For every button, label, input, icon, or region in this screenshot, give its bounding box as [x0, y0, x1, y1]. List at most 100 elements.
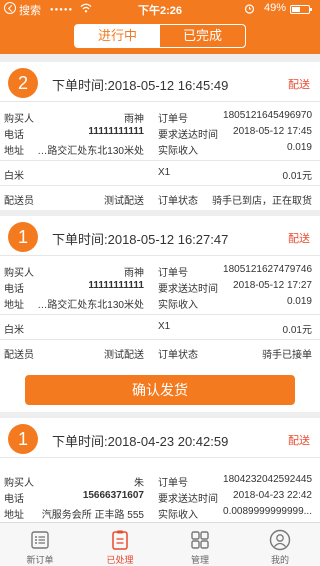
bottom-tab-bar: 新订单 已处理 管理 我的	[0, 522, 320, 566]
tab-label: 管理	[190, 555, 209, 565]
address-row: 地址 …路交汇处东北130米处 实际收入 0.019	[0, 142, 320, 157]
courier-label: 配送员	[4, 350, 34, 361]
address-label: 地址	[4, 146, 24, 157]
buyer-value: 朱	[134, 478, 144, 489]
order-number-badge: 2	[8, 68, 38, 98]
order-card-header: 2 下单时间:2018-05-12 16:45:49 配送	[0, 62, 320, 102]
buyer-row: 购买人 雨神 订单号 1805121627479746	[0, 264, 320, 279]
income-value: 0.019	[286, 142, 312, 153]
income-label: 实际收入	[158, 510, 198, 521]
buyer-label: 购买人	[4, 114, 34, 125]
buyer-label: 购买人	[4, 268, 34, 279]
buyer-row: 购买人 雨神 订单号 1805121645496970	[0, 110, 320, 125]
item-qty: X1	[158, 321, 171, 332]
tab-in-progress[interactable]: 进行中	[75, 25, 160, 47]
battery-icon	[290, 5, 312, 14]
delivery-time-value: 2018-04-23 22:42	[233, 490, 312, 501]
user-icon	[269, 529, 291, 551]
tab-new-orders[interactable]: 新订单	[0, 523, 80, 566]
item-qty: X1	[158, 167, 171, 178]
delivery-tag: 配送	[288, 79, 310, 91]
order-no-value: 1805121627479746	[223, 264, 312, 275]
order-status-label: 订单状态	[158, 196, 198, 207]
phone-row: 电话 11111111111 要求送达时间 2018-05-12 17:27	[0, 280, 320, 295]
income-label: 实际收入	[158, 146, 198, 157]
item-row: 白米 X1 0.01元	[0, 167, 320, 182]
item-price: 0.01元	[282, 171, 312, 182]
phone-value[interactable]: 11111111111	[88, 280, 144, 291]
delivery-time-value: 2018-05-12 17:27	[233, 280, 312, 291]
divider	[0, 185, 320, 186]
delivery-time-label: 要求送达时间	[158, 494, 218, 505]
address-value: …路交汇处东北130米处	[37, 300, 144, 311]
clipboard-icon	[112, 530, 128, 550]
tab-manage[interactable]: 管理	[160, 523, 240, 566]
item-name: 白米	[4, 325, 24, 336]
tab-label: 新订单	[26, 555, 54, 565]
item-row: 白米 X1 0.01元	[0, 321, 320, 336]
battery-percent: 49%	[264, 2, 287, 14]
order-time: 下单时间:2018-05-12 16:45:49	[52, 78, 229, 93]
alarm-icon	[244, 4, 255, 14]
delivery-time-label: 要求送达时间	[158, 284, 218, 295]
list-icon	[31, 531, 49, 549]
order-number-badge: 1	[8, 424, 38, 454]
tab-label: 已处理	[106, 555, 134, 565]
tab-processed[interactable]: 已处理	[80, 523, 160, 566]
order-time: 下单时间:2018-05-12 16:27:47	[52, 232, 229, 247]
phone-label: 电话	[4, 494, 24, 505]
order-card[interactable]: 1 下单时间:2018-04-23 20:42:59 配送 购买人 朱 订单号 …	[0, 418, 320, 522]
buyer-value: 雨神	[124, 114, 144, 125]
status-segmented-control: 进行中 已完成	[74, 24, 246, 48]
courier-value: 测试配送	[104, 196, 144, 207]
courier-row: 配送员 测试配送 订单状态 骑手已接单	[0, 346, 320, 361]
buyer-value: 雨神	[124, 268, 144, 279]
courier-value: 测试配送	[104, 350, 144, 361]
tab-label: 我的	[270, 555, 289, 565]
item-price: 0.01元	[282, 325, 312, 336]
buyer-label: 购买人	[4, 478, 34, 489]
order-status-label: 订单状态	[158, 350, 198, 361]
courier-label: 配送员	[4, 196, 34, 207]
divider	[0, 314, 320, 315]
phone-value[interactable]: 11111111111	[88, 126, 144, 137]
order-no-value: 1805121645496970	[223, 110, 312, 121]
address-label: 地址	[4, 300, 24, 311]
tab-completed[interactable]: 已完成	[160, 25, 245, 47]
header-bar: 搜索 ●●●●● 下午2:26 49% 进行中 已完成	[0, 0, 320, 54]
divider	[0, 160, 320, 161]
status-bar: 搜索 ●●●●● 下午2:26 49%	[0, 0, 320, 18]
order-status-value: 骑手已接单	[262, 350, 312, 361]
address-value: …路交汇处东北130米处	[37, 146, 144, 157]
income-value: 0.019	[286, 296, 312, 307]
delivery-tag: 配送	[288, 233, 310, 245]
item-name: 白米	[4, 171, 24, 182]
order-card-header: 1 下单时间:2018-05-12 16:27:47 配送	[0, 216, 320, 256]
order-no-value: 1804232042592445	[223, 474, 312, 485]
order-number-badge: 1	[8, 222, 38, 252]
delivery-tag: 配送	[288, 435, 310, 447]
divider	[0, 339, 320, 340]
phone-label: 电话	[4, 130, 24, 141]
order-no-label: 订单号	[158, 478, 188, 489]
phone-value[interactable]: 15666371607	[83, 490, 144, 501]
order-status-value: 骑手已到店，正在取货	[212, 196, 312, 207]
phone-label: 电话	[4, 284, 24, 295]
delivery-time-label: 要求送达时间	[158, 130, 218, 141]
address-label: 地址	[4, 510, 24, 521]
delivery-time-value: 2018-05-12 17:45	[233, 126, 312, 137]
address-value: 汽服务会所 正丰路 555	[41, 510, 144, 521]
phone-row: 电话 11111111111 要求送达时间 2018-05-12 17:45	[0, 126, 320, 141]
order-no-label: 订单号	[158, 268, 188, 279]
income-label: 实际收入	[158, 300, 198, 311]
order-no-label: 订单号	[158, 114, 188, 125]
income-value: 0.0089999999999...	[223, 506, 312, 517]
order-card[interactable]: 2 下单时间:2018-05-12 16:45:49 配送 购买人 雨神 订单号…	[0, 62, 320, 210]
tab-mine[interactable]: 我的	[240, 523, 320, 566]
phone-row: 电话 15666371607 要求送达时间 2018-04-23 22:42	[0, 490, 320, 505]
confirm-ship-button[interactable]: 确认发货	[25, 375, 295, 405]
order-card-header: 1 下单时间:2018-04-23 20:42:59 配送	[0, 418, 320, 458]
order-time: 下单时间:2018-04-23 20:42:59	[52, 434, 229, 449]
address-row: 地址 …路交汇处东北130米处 实际收入 0.019	[0, 296, 320, 311]
courier-row: 配送员 测试配送 订单状态 骑手已到店，正在取货	[0, 192, 320, 207]
